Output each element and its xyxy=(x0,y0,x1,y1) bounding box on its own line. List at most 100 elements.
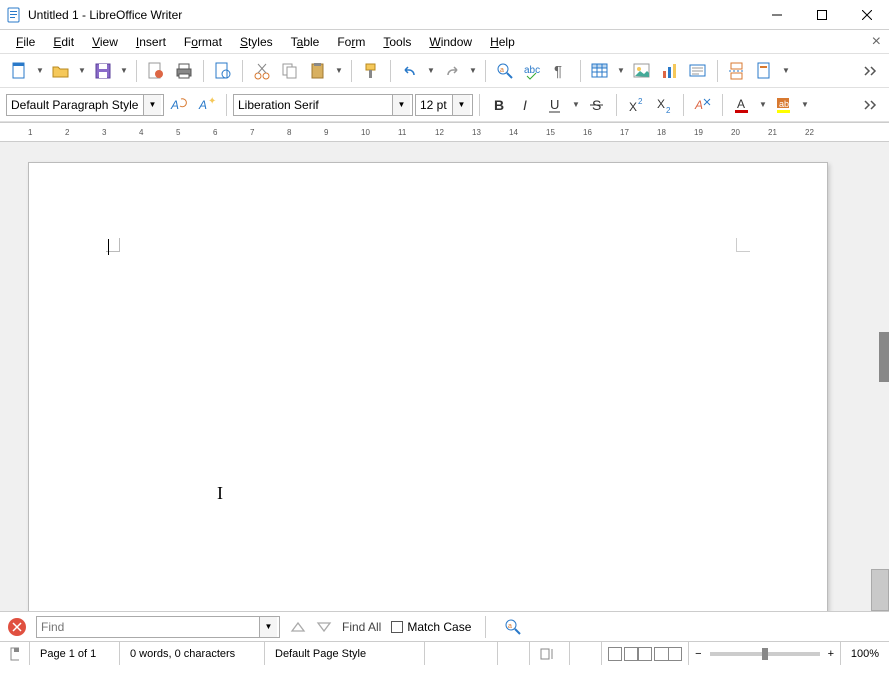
save-button[interactable] xyxy=(90,58,116,84)
font-name-arrow[interactable]: ▼ xyxy=(392,95,410,115)
underline-dropdown[interactable]: ▼ xyxy=(570,92,582,118)
open-dropdown[interactable]: ▼ xyxy=(76,58,88,84)
find-prev-button[interactable] xyxy=(290,620,306,634)
insert-textbox-button[interactable] xyxy=(685,58,711,84)
superscript-button[interactable]: X2 xyxy=(623,92,649,118)
save-status-icon[interactable] xyxy=(0,642,30,665)
zoom-slider[interactable] xyxy=(710,652,820,656)
menu-table[interactable]: Table xyxy=(283,33,328,51)
find-replace-open-button[interactable]: a xyxy=(500,614,526,640)
font-size-input[interactable] xyxy=(416,95,452,115)
scroll-thumb[interactable] xyxy=(871,569,889,611)
insert-page-break-button[interactable] xyxy=(724,58,750,84)
paste-button[interactable] xyxy=(305,58,331,84)
menu-format[interactable]: Format xyxy=(176,33,230,51)
find-combo[interactable]: ▼ xyxy=(36,616,280,638)
multi-page-view-button[interactable] xyxy=(624,647,652,661)
undo-dropdown[interactable]: ▼ xyxy=(425,58,437,84)
menu-file[interactable]: File xyxy=(8,33,43,51)
new-button[interactable] xyxy=(6,58,32,84)
insert-image-button[interactable] xyxy=(629,58,655,84)
italic-button[interactable]: I xyxy=(514,92,540,118)
close-document-button[interactable]: × xyxy=(872,33,881,51)
paragraph-style-combo[interactable]: ▼ xyxy=(6,94,164,116)
subscript-button[interactable]: X2 xyxy=(651,92,677,118)
menu-window[interactable]: Window xyxy=(421,33,480,51)
spellcheck-button[interactable]: abc xyxy=(520,58,546,84)
zoom-percent[interactable]: 100% xyxy=(841,642,889,665)
page-status[interactable]: Page 1 of 1 xyxy=(30,642,120,665)
font-name-combo[interactable]: ▼ xyxy=(233,94,413,116)
menu-view[interactable]: View xyxy=(84,33,126,51)
font-size-combo[interactable]: ▼ xyxy=(415,94,473,116)
toolbar-overflow-button[interactable] xyxy=(857,58,883,84)
language-status[interactable] xyxy=(425,642,498,665)
undo-button[interactable] xyxy=(397,58,423,84)
find-arrow[interactable]: ▼ xyxy=(259,617,277,637)
formatting-overflow-button[interactable] xyxy=(857,92,883,118)
find-all-button[interactable]: Find All xyxy=(342,620,381,634)
underline-button[interactable]: U xyxy=(542,92,568,118)
menu-help[interactable]: Help xyxy=(482,33,523,51)
strikethrough-button[interactable]: S xyxy=(584,92,610,118)
close-window-button[interactable] xyxy=(844,0,889,30)
close-findbar-button[interactable] xyxy=(8,618,26,636)
word-count-status[interactable]: 0 words, 0 characters xyxy=(120,642,265,665)
paste-dropdown[interactable]: ▼ xyxy=(333,58,345,84)
zoom-thumb[interactable] xyxy=(762,648,768,660)
insert-table-button[interactable] xyxy=(587,58,613,84)
save-dropdown[interactable]: ▼ xyxy=(118,58,130,84)
clone-formatting-button[interactable] xyxy=(358,58,384,84)
find-next-button[interactable] xyxy=(316,620,332,634)
new-dropdown[interactable]: ▼ xyxy=(34,58,46,84)
sidebar-handle[interactable] xyxy=(879,332,889,382)
print-button[interactable] xyxy=(171,58,197,84)
single-page-view-button[interactable] xyxy=(608,647,622,661)
find-input[interactable] xyxy=(37,617,259,637)
update-style-button[interactable]: A xyxy=(166,92,192,118)
paragraph-style-arrow[interactable]: ▼ xyxy=(143,95,161,115)
page-style-status[interactable]: Default Page Style xyxy=(265,642,425,665)
menu-styles[interactable]: Styles xyxy=(232,33,281,51)
formatting-marks-button[interactable]: ¶ xyxy=(548,58,574,84)
insert-field-button[interactable] xyxy=(752,58,778,84)
highlight-button[interactable]: ab xyxy=(771,92,797,118)
insert-mode-status[interactable] xyxy=(498,642,530,665)
menu-edit[interactable]: Edit xyxy=(45,33,82,51)
document-area[interactable]: I xyxy=(0,142,871,611)
svg-text:I: I xyxy=(523,97,527,113)
paragraph-style-input[interactable] xyxy=(7,95,143,115)
bold-button[interactable]: B xyxy=(486,92,512,118)
menu-tools[interactable]: Tools xyxy=(375,33,419,51)
new-style-button[interactable]: A✦ xyxy=(194,92,220,118)
highlight-dropdown[interactable]: ▼ xyxy=(799,92,811,118)
export-pdf-button[interactable] xyxy=(143,58,169,84)
zoom-out-button[interactable]: − xyxy=(695,648,701,660)
insert-table-dropdown[interactable]: ▼ xyxy=(615,58,627,84)
clear-formatting-button[interactable]: A xyxy=(690,92,716,118)
font-name-input[interactable] xyxy=(234,95,392,115)
zoom-in-button[interactable]: + xyxy=(828,648,834,660)
menu-insert[interactable]: Insert xyxy=(128,33,174,51)
font-color-dropdown[interactable]: ▼ xyxy=(757,92,769,118)
book-view-button[interactable] xyxy=(654,647,682,661)
minimize-button[interactable] xyxy=(754,0,799,30)
selection-mode-status[interactable] xyxy=(530,642,570,665)
font-color-button[interactable]: A xyxy=(729,92,755,118)
font-size-arrow[interactable]: ▼ xyxy=(452,95,470,115)
signature-status[interactable] xyxy=(570,642,602,665)
open-button[interactable] xyxy=(48,58,74,84)
print-preview-button[interactable] xyxy=(210,58,236,84)
redo-button[interactable] xyxy=(439,58,465,84)
insert-field-dropdown[interactable]: ▼ xyxy=(780,58,792,84)
horizontal-ruler[interactable]: 12345678910111213141516171819202122 xyxy=(0,122,889,142)
document-page[interactable] xyxy=(28,162,828,611)
insert-chart-button[interactable] xyxy=(657,58,683,84)
maximize-button[interactable] xyxy=(799,0,844,30)
match-case-checkbox[interactable]: Match Case xyxy=(391,620,471,634)
copy-button[interactable] xyxy=(277,58,303,84)
menu-form[interactable]: Form xyxy=(329,33,373,51)
cut-button[interactable] xyxy=(249,58,275,84)
find-replace-button[interactable]: a xyxy=(492,58,518,84)
redo-dropdown[interactable]: ▼ xyxy=(467,58,479,84)
